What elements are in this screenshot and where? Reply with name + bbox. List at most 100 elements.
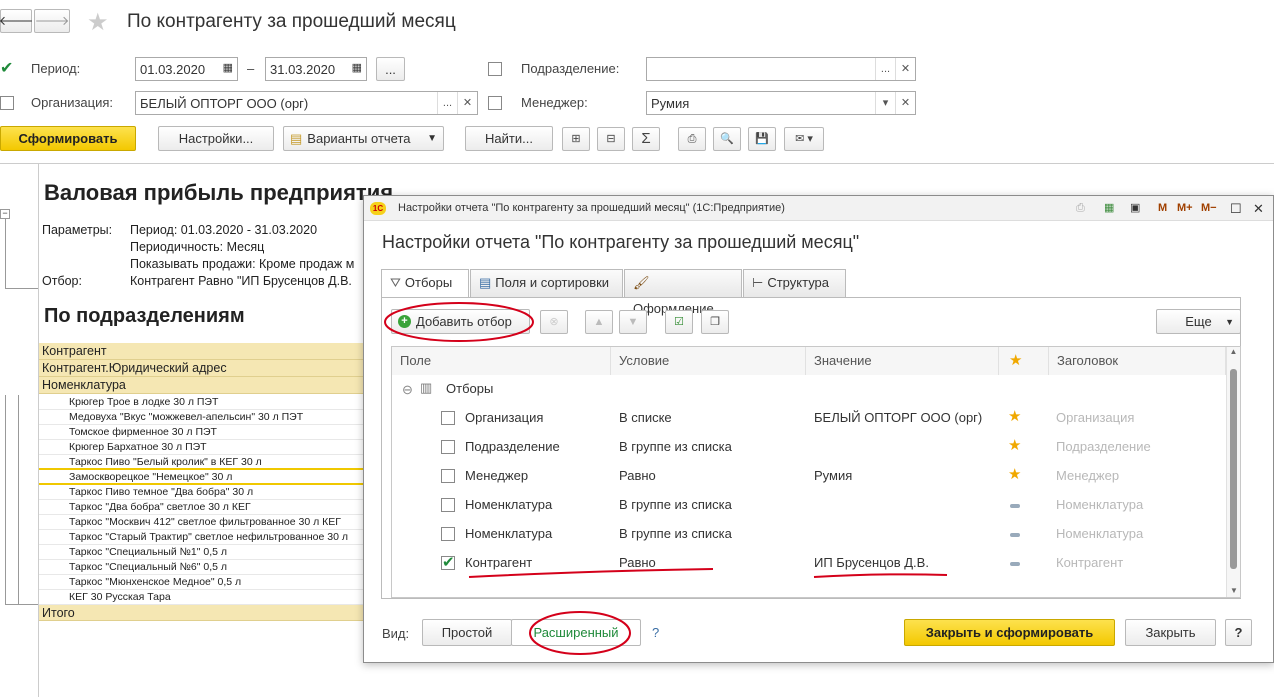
table-row[interactable]: Крюгер Бархатное 30 л ПЭТ [39,440,369,455]
row-field[interactable]: Менеджер [465,468,528,483]
calculator-icon[interactable]: ▦ [1104,196,1114,221]
favorite-star-icon[interactable]: ★ [87,8,109,37]
calendar-icon[interactable]: ▣ [1130,196,1140,221]
more-button[interactable]: Еще ▼ [1156,309,1241,334]
quick-access-star-icon[interactable]: ★ [1008,465,1021,483]
row-condition[interactable]: В группе из списка [619,497,732,512]
column-header-field[interactable]: Поле [392,347,611,375]
subdivision-clear-icon[interactable]: ✕ [895,58,915,80]
row-value[interactable]: ИП Брусенцов Д.В. [814,555,929,570]
row-checkbox[interactable] [441,469,455,483]
scrollbar[interactable]: ▲ ▼ [1226,347,1240,597]
maximize-icon[interactable]: ☐ [1230,196,1242,221]
manager-dropdown-icon[interactable]: ▾ [875,92,895,114]
sum-icon[interactable]: Σ [632,127,660,151]
manager-clear-icon[interactable]: ✕ [895,92,915,114]
table-row[interactable]: Таркос "Старый Трактир" светлое нефильтр… [39,530,369,545]
table-row[interactable]: КЕГ 30 Русская Тара [39,590,369,605]
delete-icon[interactable]: ⊗ [540,310,568,334]
collapse-groups-icon[interactable]: ⊟ [597,127,625,151]
tab-filters[interactable]: ⛛ Отборы [381,269,469,298]
table-row[interactable]: Таркос "Москвич 412" светлое фильтрованн… [39,515,369,530]
move-up-icon[interactable]: ▲ [585,310,613,334]
row-condition[interactable]: В группе из списка [619,526,732,541]
table-row[interactable]: Таркос "Специальный №6" 0,5 л [39,560,369,575]
total-row[interactable]: Итого [39,605,369,621]
table-row[interactable]: Таркос "Два бобра" светлое 30 л КЕГ [39,500,369,515]
print-icon[interactable]: ⎙ [678,127,706,151]
copy-icon[interactable]: ❐ [701,310,729,334]
table-row[interactable]: Таркос Пиво темное "Два бобра" 30 л [39,485,369,500]
scroll-down-icon[interactable]: ▼ [1227,586,1241,595]
not-in-quick-access-icon[interactable] [1010,533,1020,537]
close-button[interactable]: Закрыть [1125,619,1216,646]
view-simple-button[interactable]: Простой [422,619,512,646]
quick-access-star-icon[interactable]: ★ [1008,436,1021,454]
find-button[interactable]: Найти... [465,126,553,151]
scroll-up-icon[interactable]: ▲ [1227,347,1240,356]
memory-plus-button[interactable]: M+ [1177,196,1193,221]
row-title[interactable]: Номенклатура [1056,526,1143,541]
row-checkbox[interactable] [441,498,455,512]
check-all-icon[interactable]: ☑ [665,310,693,334]
row-value[interactable]: Румия [814,468,852,483]
tab-appearance[interactable]: 🖌Оформление [624,269,742,316]
row-value[interactable]: БЕЛЫЙ ОПТОРГ ООО (орг) [814,410,982,425]
row-field[interactable]: Подразделение [465,439,560,454]
row-title[interactable]: Подразделение [1056,439,1151,454]
table-row[interactable]: Таркос "Мюнхенское Медное" 0,5 л [39,575,369,590]
group-collapse-icon[interactable]: ⊖ [402,382,413,398]
print-icon[interactable]: ⎙ [1076,196,1085,221]
period-select-button[interactable]: ... [376,57,405,81]
table-row[interactable]: Крюгер Трое в лодке 30 л ПЭТ [39,395,369,410]
calendar-icon[interactable]: ▦ [223,61,233,74]
row-checkbox-checked[interactable]: ✔ [441,554,455,571]
collapse-tree-icon[interactable]: − [0,209,10,219]
row-checkbox[interactable] [441,411,455,425]
column-header-star-icon[interactable]: ★ [999,347,1049,375]
report-variants-button[interactable]: ▤ Варианты отчета ▼ [283,126,444,151]
column-header-title[interactable]: Заголовок [1049,347,1226,375]
send-email-icon[interactable]: ✉ ▾ [784,127,824,151]
calendar-icon[interactable]: ▦ [352,61,362,74]
manager-field[interactable]: Румия ▾ ✕ [646,91,916,115]
org-field[interactable]: БЕЛЫЙ ОПТОРГ ООО (орг) ... ✕ [135,91,478,115]
org-clear-icon[interactable]: ✕ [457,92,477,114]
tab-structure[interactable]: ⊢ Структура [743,269,846,297]
column-header-condition[interactable]: Условие [611,347,806,375]
generate-button[interactable]: Сформировать [0,126,136,151]
row-field[interactable]: Организация [465,410,543,425]
row-title[interactable]: Менеджер [1056,468,1119,483]
subdivision-field[interactable]: ... ✕ [646,57,916,81]
org-checkbox[interactable] [0,96,14,110]
column-header-value[interactable]: Значение [806,347,999,375]
memory-minus-button[interactable]: M− [1201,196,1217,221]
table-row[interactable]: Таркос "Специальный №1" 0,5 л [39,545,369,560]
forward-button[interactable]: 🡒 [34,9,70,33]
not-in-quick-access-icon[interactable] [1010,562,1020,566]
row-field[interactable]: Номенклатура [465,526,552,541]
help-button[interactable]: ? [1225,619,1252,646]
group-row[interactable]: Номенклатура [39,377,369,394]
print-preview-icon[interactable]: 🔍 [713,127,741,151]
save-icon[interactable]: 💾 [748,127,776,151]
row-condition[interactable]: В группе из списка [619,439,732,454]
period-from-field[interactable]: 01.03.2020 ▦ [135,57,238,81]
quick-access-star-icon[interactable]: ★ [1008,407,1021,425]
table-row[interactable]: Медовуха "Вкус "можжевел-апельсин" 30 л … [39,410,369,425]
row-title[interactable]: Контрагент [1056,555,1123,570]
row-condition[interactable]: В списке [619,410,672,425]
row-title[interactable]: Организация [1056,410,1134,425]
subdivision-select-button[interactable]: ... [875,58,895,80]
period-check-icon[interactable]: ✔ [0,58,13,78]
close-icon[interactable]: ✕ [1253,196,1264,221]
row-checkbox[interactable] [441,527,455,541]
group-row[interactable]: Контрагент [39,343,369,360]
subdivision-checkbox[interactable] [488,62,502,76]
period-to-field[interactable]: 31.03.2020 ▦ [265,57,367,81]
table-row[interactable]: Таркос Пиво "Белый кролик" в КЕГ 30 л [39,455,369,470]
row-field[interactable]: Номенклатура [465,497,552,512]
org-select-button[interactable]: ... [437,92,457,114]
back-button[interactable]: 🡐 [0,9,33,33]
row-checkbox[interactable] [441,440,455,454]
